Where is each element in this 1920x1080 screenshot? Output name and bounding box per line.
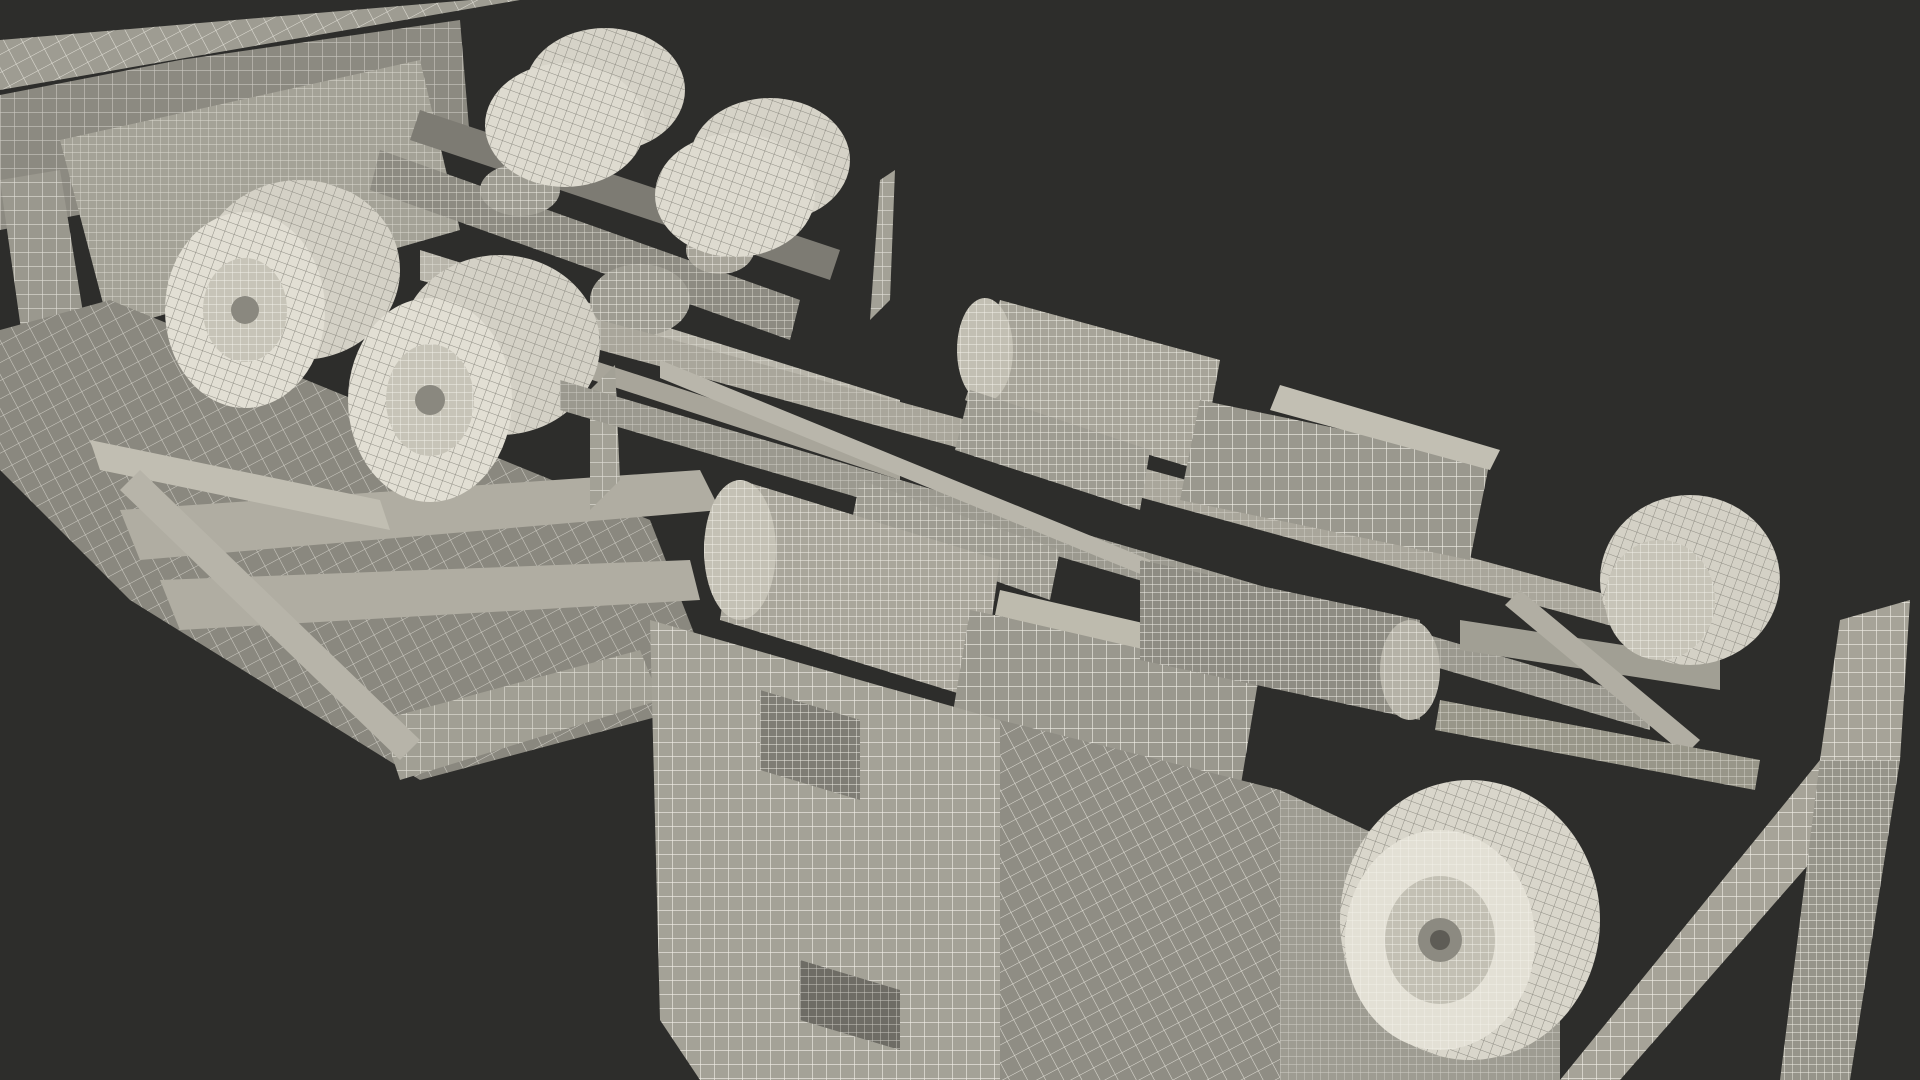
front-tire-near — [1340, 780, 1600, 1060]
front-tire-far — [1600, 495, 1780, 665]
render-viewport — [0, 0, 1920, 1080]
